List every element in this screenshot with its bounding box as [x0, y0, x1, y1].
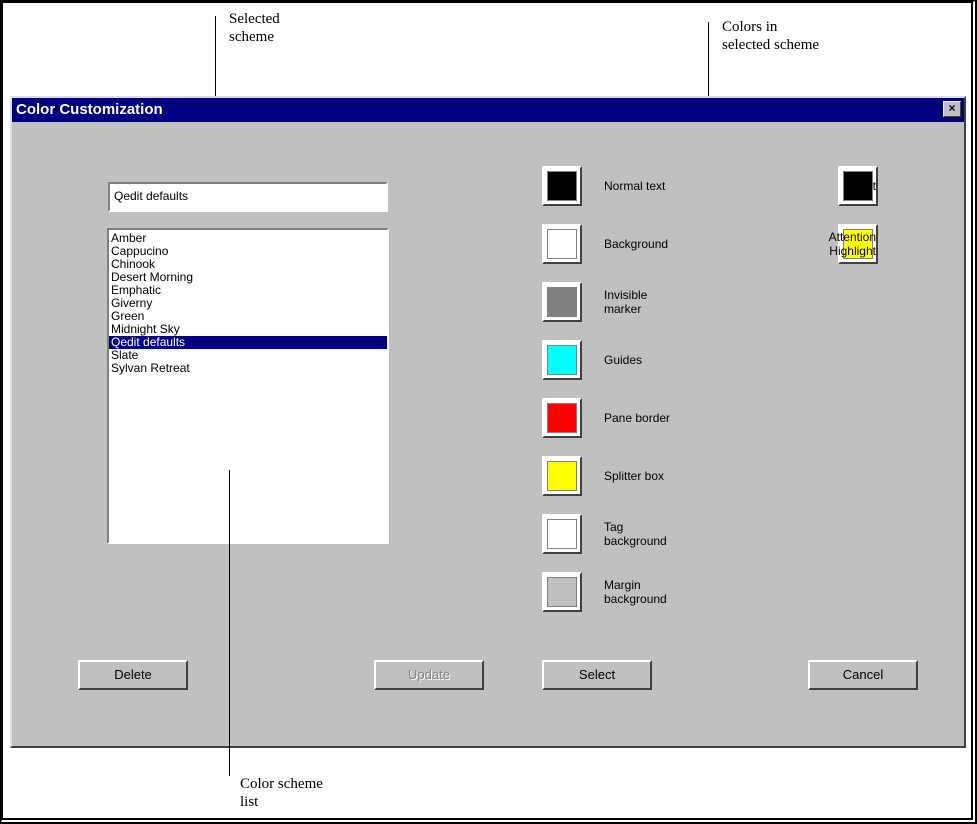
select-button[interactable]: Select	[542, 660, 652, 690]
color-label: Invisible marker	[604, 288, 648, 316]
close-icon[interactable]: ×	[943, 101, 961, 117]
color-scheme-list[interactable]: Amber Cappucino Chinook Desert Morning Empha…	[107, 228, 389, 544]
update-button[interactable]: Update	[374, 660, 484, 690]
callout-selected-scheme: Selected scheme	[229, 11, 280, 45]
color-swatch-fill	[547, 345, 577, 375]
callout-colors-in-scheme: Colors in selected scheme	[722, 19, 820, 53]
color-swatch-fill	[547, 577, 577, 607]
color-swatch-left-6[interactable]	[542, 514, 582, 554]
color-swatch-left-1[interactable]	[542, 224, 582, 264]
color-label: Guides	[604, 353, 643, 367]
color-label: Margin background	[604, 578, 667, 606]
dialog-title: Color Customization	[16, 101, 163, 118]
color-swatch-fill	[547, 519, 577, 549]
callout-line-scheme-list	[229, 470, 230, 776]
color-label: Tag background	[604, 520, 667, 548]
color-swatch-fill	[547, 287, 577, 317]
color-swatch-fill	[547, 461, 577, 491]
color-label: Attention Highlight	[828, 230, 876, 258]
title-bar[interactable]: Color Customization ×	[12, 98, 964, 122]
color-swatch-left-0[interactable]	[542, 166, 582, 206]
list-item[interactable]: Giverny	[109, 297, 387, 310]
scheme-name-input[interactable]: Qedit defaults	[108, 182, 388, 212]
color-swatch-left-7[interactable]	[542, 572, 582, 612]
color-swatch-fill	[547, 171, 577, 201]
color-swatch-left-2[interactable]	[542, 282, 582, 322]
color-label: Splitter box	[604, 469, 665, 483]
color-swatch-fill	[547, 403, 577, 433]
color-swatch-left-5[interactable]	[542, 456, 582, 496]
list-item[interactable]: Qedit defaults	[109, 336, 387, 349]
color-label: Pane border	[604, 411, 671, 425]
color-label: Caret	[846, 179, 876, 193]
color-customization-dialog: Color Customization × Qedit defaults Amb…	[10, 96, 966, 748]
delete-button[interactable]: Delete	[78, 660, 188, 690]
callout-scheme-list: Color scheme list	[240, 776, 323, 810]
list-item[interactable]: Sylvan Retreat	[109, 362, 387, 375]
color-swatch-left-3[interactable]	[542, 340, 582, 380]
color-swatch-fill	[547, 229, 577, 259]
cancel-button[interactable]: Cancel	[808, 660, 918, 690]
color-label: Background	[604, 237, 669, 251]
color-swatch-left-4[interactable]	[542, 398, 582, 438]
color-label: Normal text	[604, 179, 666, 193]
